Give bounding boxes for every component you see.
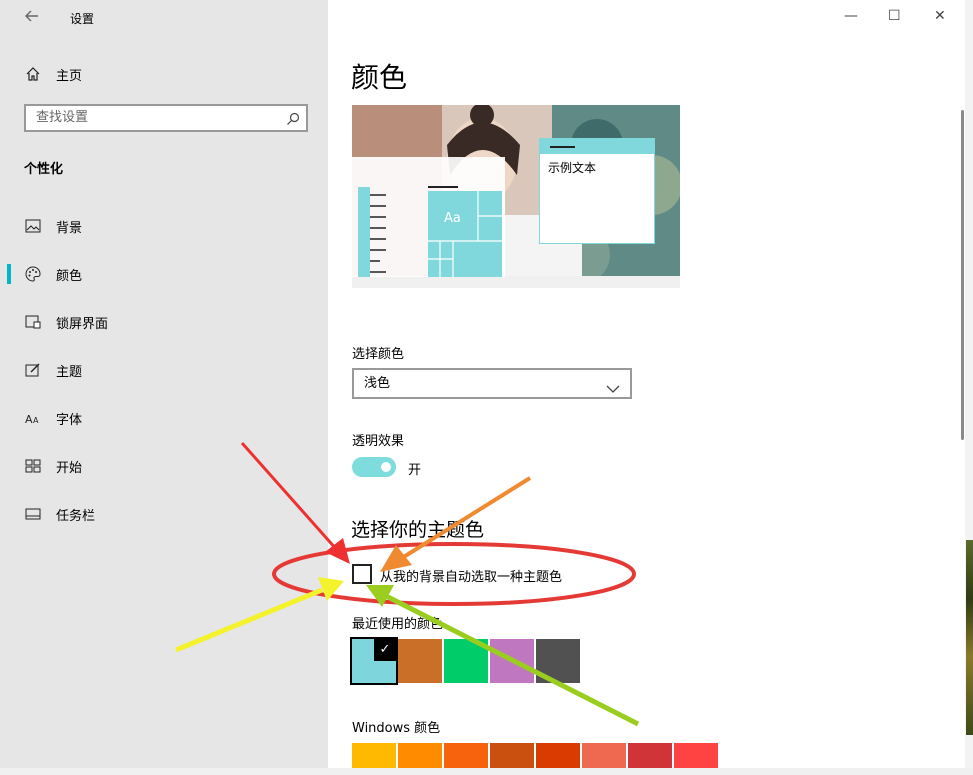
preview-window: 示例文本 — [539, 138, 655, 244]
settings-window: 设置 主页 查找设置 个性化 背景 颜色 锁屏界面 主题 A A 字体 开始 任… — [0, 0, 966, 769]
recent-colors-label: 最近使用的颜色 — [352, 617, 444, 632]
start-icon — [24, 457, 42, 475]
window-edge-bottom — [0, 768, 973, 775]
section-heading: 个性化 — [24, 162, 64, 177]
page-title: 颜色 — [351, 61, 408, 94]
search-placeholder: 查找设置 — [36, 110, 89, 125]
windows-color-swatch[interactable] — [536, 743, 580, 768]
svg-text:A: A — [33, 416, 39, 425]
maximize-button[interactable]: ☐ — [888, 8, 901, 24]
font-icon: AA — [24, 409, 42, 427]
chevron-down-icon — [606, 377, 620, 404]
sidebar-item-start[interactable]: 开始 — [24, 454, 82, 478]
recent-color-swatch[interactable] — [398, 639, 442, 683]
picture-icon — [24, 217, 42, 235]
toggle-knob — [381, 462, 391, 472]
palette-icon — [24, 265, 42, 283]
app-title: 设置 — [70, 12, 95, 26]
recent-color-swatch[interactable] — [444, 639, 488, 683]
preview-start-rail — [358, 187, 370, 277]
auto-pick-label[interactable]: 从我的背景自动选取一种主题色 — [380, 566, 562, 585]
recent-color-swatch[interactable] — [490, 639, 534, 683]
windows-colors-label: Windows 颜色 — [352, 721, 441, 736]
checkmark-icon: ✓ — [374, 639, 396, 661]
windows-color-swatch[interactable] — [398, 743, 442, 768]
color-preview: Aa 示例文本 — [352, 105, 680, 288]
taskbar-icon — [24, 505, 42, 523]
lock-screen-icon — [24, 313, 42, 331]
windows-color-swatch[interactable] — [628, 743, 672, 768]
sidebar-item-themes[interactable]: 主题 — [24, 358, 82, 382]
transparency-state: 开 — [408, 463, 422, 478]
sidebar-item-label: 背景 — [56, 220, 83, 236]
sidebar-item-label: 主页 — [56, 68, 83, 84]
recent-color-swatch[interactable] — [536, 639, 580, 683]
sidebar-item-label: 锁屏界面 — [56, 316, 109, 332]
minimize-button[interactable]: — — [844, 8, 858, 24]
theme-icon — [24, 361, 42, 379]
theme-color-heading: 选择你的主题色 — [351, 519, 485, 541]
sidebar-item-taskbar[interactable]: 任务栏 — [24, 502, 95, 526]
recent-color-swatch[interactable]: ✓ — [350, 637, 398, 685]
preview-line — [428, 186, 458, 188]
back-arrow-icon[interactable] — [24, 8, 40, 28]
sidebar-item-label: 字体 — [56, 412, 83, 428]
windows-color-swatch[interactable] — [444, 743, 488, 768]
windows-color-swatch[interactable] — [582, 743, 626, 768]
preview-sample-text: 示例文本 — [548, 161, 597, 175]
selected-indicator — [7, 264, 11, 284]
windows-color-swatch[interactable] — [490, 743, 534, 768]
transparency-toggle[interactable] — [352, 457, 396, 477]
choose-color-label: 选择颜色 — [352, 347, 405, 362]
choose-color-dropdown[interactable]: 浅色 — [352, 368, 632, 399]
sidebar-item-lock-screen[interactable]: 锁屏界面 — [24, 310, 108, 334]
sidebar-item-colors[interactable]: 颜色 — [24, 262, 82, 286]
auto-pick-checkbox[interactable] — [352, 564, 372, 584]
transparency-label: 透明效果 — [352, 434, 405, 449]
sidebar-item-home[interactable]: 主页 — [24, 62, 82, 86]
choose-color-value: 浅色 — [364, 376, 391, 391]
sidebar-item-fonts[interactable]: AA 字体 — [24, 406, 82, 430]
sidebar-item-label: 颜色 — [56, 268, 83, 284]
search-input[interactable]: 查找设置 — [24, 104, 308, 132]
close-button[interactable]: ✕ — [934, 8, 946, 24]
sidebar-item-label: 主题 — [56, 364, 83, 380]
sidebar: 设置 主页 查找设置 个性化 背景 颜色 锁屏界面 主题 A A 字体 开始 任… — [0, 0, 328, 768]
windows-color-swatch[interactable] — [674, 743, 718, 768]
desktop-background-strip — [966, 540, 973, 735]
scrollbar[interactable] — [961, 110, 964, 440]
windows-color-swatch[interactable] — [352, 743, 396, 768]
sidebar-item-label: 开始 — [56, 460, 83, 476]
search-icon — [286, 111, 300, 135]
sidebar-item-background[interactable]: 背景 — [24, 214, 82, 238]
home-icon — [24, 65, 42, 83]
sidebar-item-label: 任务栏 — [56, 508, 96, 524]
svg-text:A: A — [25, 413, 33, 425]
preview-tile-text: Aa — [444, 211, 461, 226]
preview-tiles: Aa — [428, 191, 502, 277]
